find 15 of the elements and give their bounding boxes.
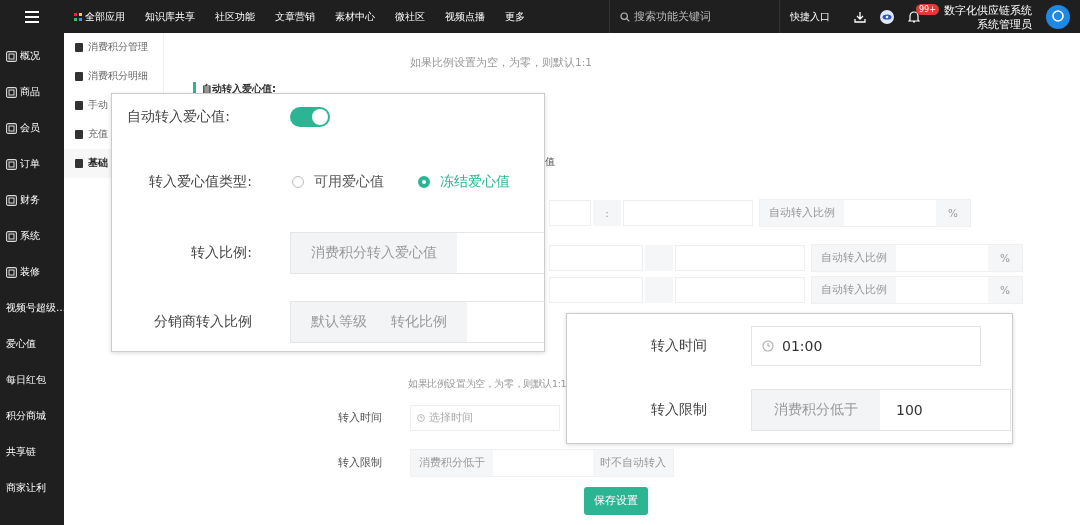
field-label: 转入限制	[337, 456, 383, 470]
field-label: 转入爱心值类型:	[148, 173, 253, 191]
field-label: 值	[545, 155, 555, 169]
org-name: 数字化供应链系统	[944, 2, 1032, 17]
separator-addon: :	[593, 200, 621, 226]
hint-text: 如果比例设置为空，为零，则默认1:1	[408, 377, 567, 391]
notification-badge: 99+	[916, 3, 939, 15]
field-label: 自动转入爱心值:	[126, 108, 231, 126]
field-label: 转入时间	[337, 411, 383, 425]
user-role: 系统管理员	[977, 16, 1032, 31]
field-label: 转入限制	[650, 401, 707, 419]
hint-text: 如果比例设置为空，为零，则默认1:1	[410, 56, 592, 70]
field-label: 转入时间	[650, 337, 707, 355]
field-label: 转入比例:	[190, 244, 253, 262]
field-label: 分销商转入比例	[153, 313, 253, 331]
